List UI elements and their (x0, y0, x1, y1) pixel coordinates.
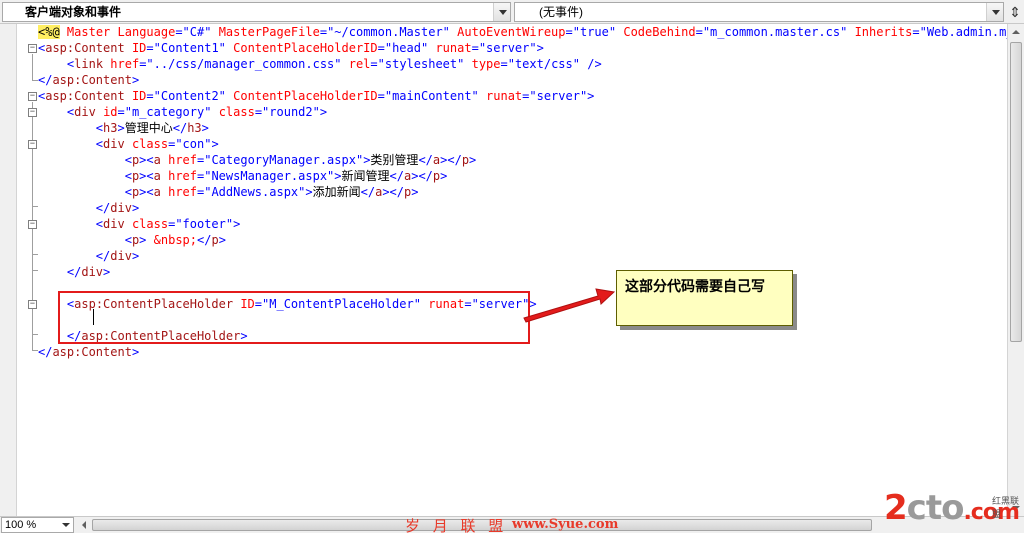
annotation-callout: 这部分代码需要自己写 (616, 270, 793, 326)
watermark-url: www.Syue.com (512, 517, 619, 532)
scroll-up-icon[interactable] (1008, 24, 1024, 40)
scroll-left-icon[interactable] (78, 517, 92, 533)
zoom-dropdown[interactable]: 100 % (1, 517, 74, 533)
watermark-chinese: 岁 月 联 盟 (405, 517, 508, 533)
zoom-level: 100 % (5, 519, 37, 531)
site-logo: 2cto.com 红黑联盟 (884, 490, 1022, 530)
annotation-arrow (523, 288, 616, 323)
logo-subtitle: 红黑联盟 (992, 496, 1020, 519)
vertical-scrollbar[interactable] (1007, 24, 1024, 516)
vertical-scroll-thumb[interactable] (1010, 42, 1022, 342)
chevron-down-icon[interactable] (59, 518, 73, 532)
annotation-text: 这部分代码需要自己写 (625, 278, 765, 294)
